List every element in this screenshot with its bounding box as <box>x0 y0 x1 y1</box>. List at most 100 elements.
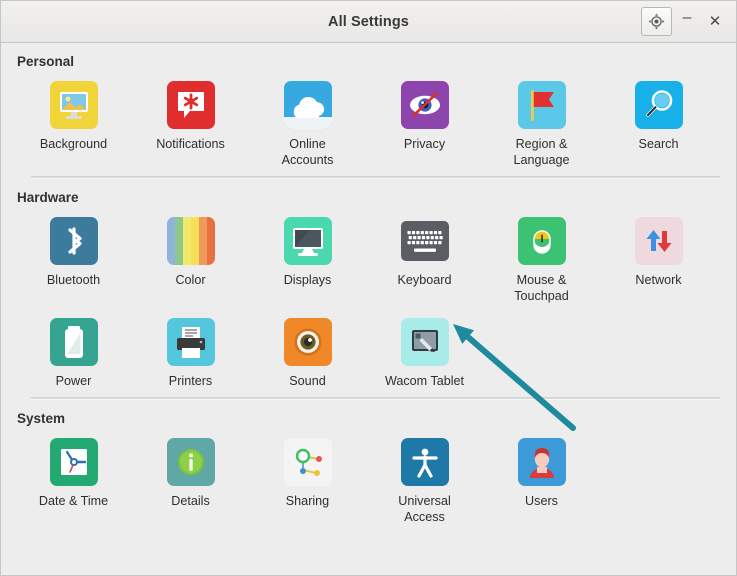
settings-grid-system: Date & Time Details Sharing Universal Ac… <box>1 432 736 533</box>
network-icon <box>634 217 683 265</box>
settings-tile-label: Displays <box>283 273 332 287</box>
universal-access-icon <box>400 438 449 486</box>
section-header-personal: Personal <box>17 54 75 69</box>
notifications-icon <box>166 81 215 129</box>
settings-tile-users[interactable]: Users <box>483 432 600 533</box>
settings-tile-label: Background <box>39 137 108 151</box>
settings-tile-label: Search <box>638 137 679 151</box>
network-icon-wrapper <box>634 217 683 265</box>
universal-access-icon-wrapper <box>400 438 449 486</box>
settings-tile-label: Printers <box>168 374 213 388</box>
details-icon <box>166 438 215 486</box>
close-button[interactable]: ✕ <box>702 9 728 35</box>
titlebar-controls: – ✕ <box>641 1 728 42</box>
settings-tile-background[interactable]: Background <box>15 75 132 176</box>
settings-tile-printers[interactable]: Printers <box>132 312 249 397</box>
background-icon-wrapper <box>49 81 98 129</box>
settings-grid-hardware: Bluetooth Color Displays Keyboard Mouse … <box>1 211 736 397</box>
window-title: All Settings <box>328 13 409 30</box>
settings-tile-label: Wacom Tablet <box>384 374 465 388</box>
settings-tile-label: Bluetooth <box>46 273 101 287</box>
keyboard-icon-wrapper <box>400 217 449 265</box>
wacom-tablet-icon <box>400 318 449 366</box>
minimize-icon: – <box>682 9 692 26</box>
power-icon <box>49 318 98 366</box>
settings-tile-label: Privacy <box>403 137 446 151</box>
settings-tile-label: Mouse & Touchpad <box>514 273 569 303</box>
settings-tile-bluetooth[interactable]: Bluetooth <box>15 211 132 312</box>
region-language-icon <box>517 81 566 129</box>
settings-tile-label: Color <box>175 273 206 287</box>
bluetooth-icon-wrapper <box>49 217 98 265</box>
settings-sections: Personal Background Notifications Online… <box>1 43 736 533</box>
settings-tile-label: Date & Time <box>38 494 109 508</box>
title-bar: All Settings – ✕ <box>1 1 736 43</box>
all-settings-window: All Settings – ✕ Personal Background Not… <box>0 0 737 576</box>
sharing-icon <box>283 438 332 486</box>
settings-tile-mouse-touchpad[interactable]: Mouse & Touchpad <box>483 211 600 312</box>
bluetooth-icon <box>49 217 98 265</box>
sound-icon <box>283 318 332 366</box>
search-icon <box>634 81 683 129</box>
date-time-icon <box>49 438 98 486</box>
settings-tile-details[interactable]: Details <box>132 432 249 533</box>
close-icon: ✕ <box>708 13 722 30</box>
section-header-system: System <box>17 411 66 426</box>
settings-tile-label: Users <box>525 494 558 508</box>
wacom-tablet-icon-wrapper <box>400 318 449 366</box>
settings-tile-universal-access[interactable]: Universal Access <box>366 432 483 533</box>
mouse-touchpad-icon <box>517 217 566 265</box>
settings-tile-label: Details <box>171 494 210 508</box>
settings-tile-date-time[interactable]: Date & Time <box>15 432 132 533</box>
settings-tile-search[interactable]: Search <box>600 75 717 176</box>
settings-tile-label: Region & Language <box>513 137 570 167</box>
printers-icon-wrapper <box>166 318 215 366</box>
details-icon-wrapper <box>166 438 215 486</box>
keyboard-icon <box>400 221 449 261</box>
date-time-icon-wrapper <box>49 438 98 486</box>
online-accounts-icon <box>283 81 332 129</box>
settings-tile-label: Sharing <box>285 494 330 508</box>
settings-tile-online-accounts[interactable]: Online Accounts <box>249 75 366 176</box>
displays-icon-wrapper <box>283 217 332 265</box>
settings-grid-personal: Background Notifications Online Accounts … <box>1 75 736 176</box>
settings-tile-label: Power <box>55 374 92 388</box>
settings-tile-label: Sound <box>289 374 326 388</box>
search-icon-wrapper <box>634 81 683 129</box>
color-icon <box>166 217 215 265</box>
settings-tile-sharing[interactable]: Sharing <box>249 432 366 533</box>
settings-tile-region-language[interactable]: Region & Language <box>483 75 600 176</box>
target-locate-icon <box>648 13 665 30</box>
color-icon-wrapper <box>166 217 215 265</box>
section-header-hardware: Hardware <box>17 190 79 205</box>
settings-tile-label: Online Accounts <box>281 137 334 167</box>
sharing-icon-wrapper <box>283 438 332 486</box>
minimize-button[interactable]: – <box>674 9 700 35</box>
settings-tile-power[interactable]: Power <box>15 312 132 397</box>
settings-tile-notifications[interactable]: Notifications <box>132 75 249 176</box>
users-icon-wrapper <box>517 438 566 486</box>
region-language-icon-wrapper <box>517 81 566 129</box>
users-icon <box>517 438 566 486</box>
settings-tile-privacy[interactable]: Privacy <box>366 75 483 176</box>
settings-section-personal: Personal Background Notifications Online… <box>1 43 736 176</box>
power-icon-wrapper <box>49 318 98 366</box>
settings-section-hardware: Hardware Bluetooth Color Displays Keyboa… <box>1 176 736 397</box>
online-accounts-icon-wrapper <box>283 81 332 129</box>
settings-tile-displays[interactable]: Displays <box>249 211 366 312</box>
sound-icon-wrapper <box>283 318 332 366</box>
privacy-icon <box>400 81 449 129</box>
privacy-icon-wrapper <box>400 81 449 129</box>
settings-tile-sound[interactable]: Sound <box>249 312 366 397</box>
notifications-icon-wrapper <box>166 81 215 129</box>
settings-tile-keyboard[interactable]: Keyboard <box>366 211 483 312</box>
settings-tile-color[interactable]: Color <box>132 211 249 312</box>
settings-tile-label: Network <box>635 273 682 287</box>
settings-tile-network[interactable]: Network <box>600 211 717 312</box>
printers-icon <box>166 318 215 366</box>
background-icon <box>49 81 98 129</box>
settings-tile-wacom-tablet[interactable]: Wacom Tablet <box>366 312 483 397</box>
settings-tile-label: Notifications <box>156 137 225 151</box>
displays-icon <box>283 217 332 265</box>
search-toggle-button[interactable] <box>641 7 672 36</box>
